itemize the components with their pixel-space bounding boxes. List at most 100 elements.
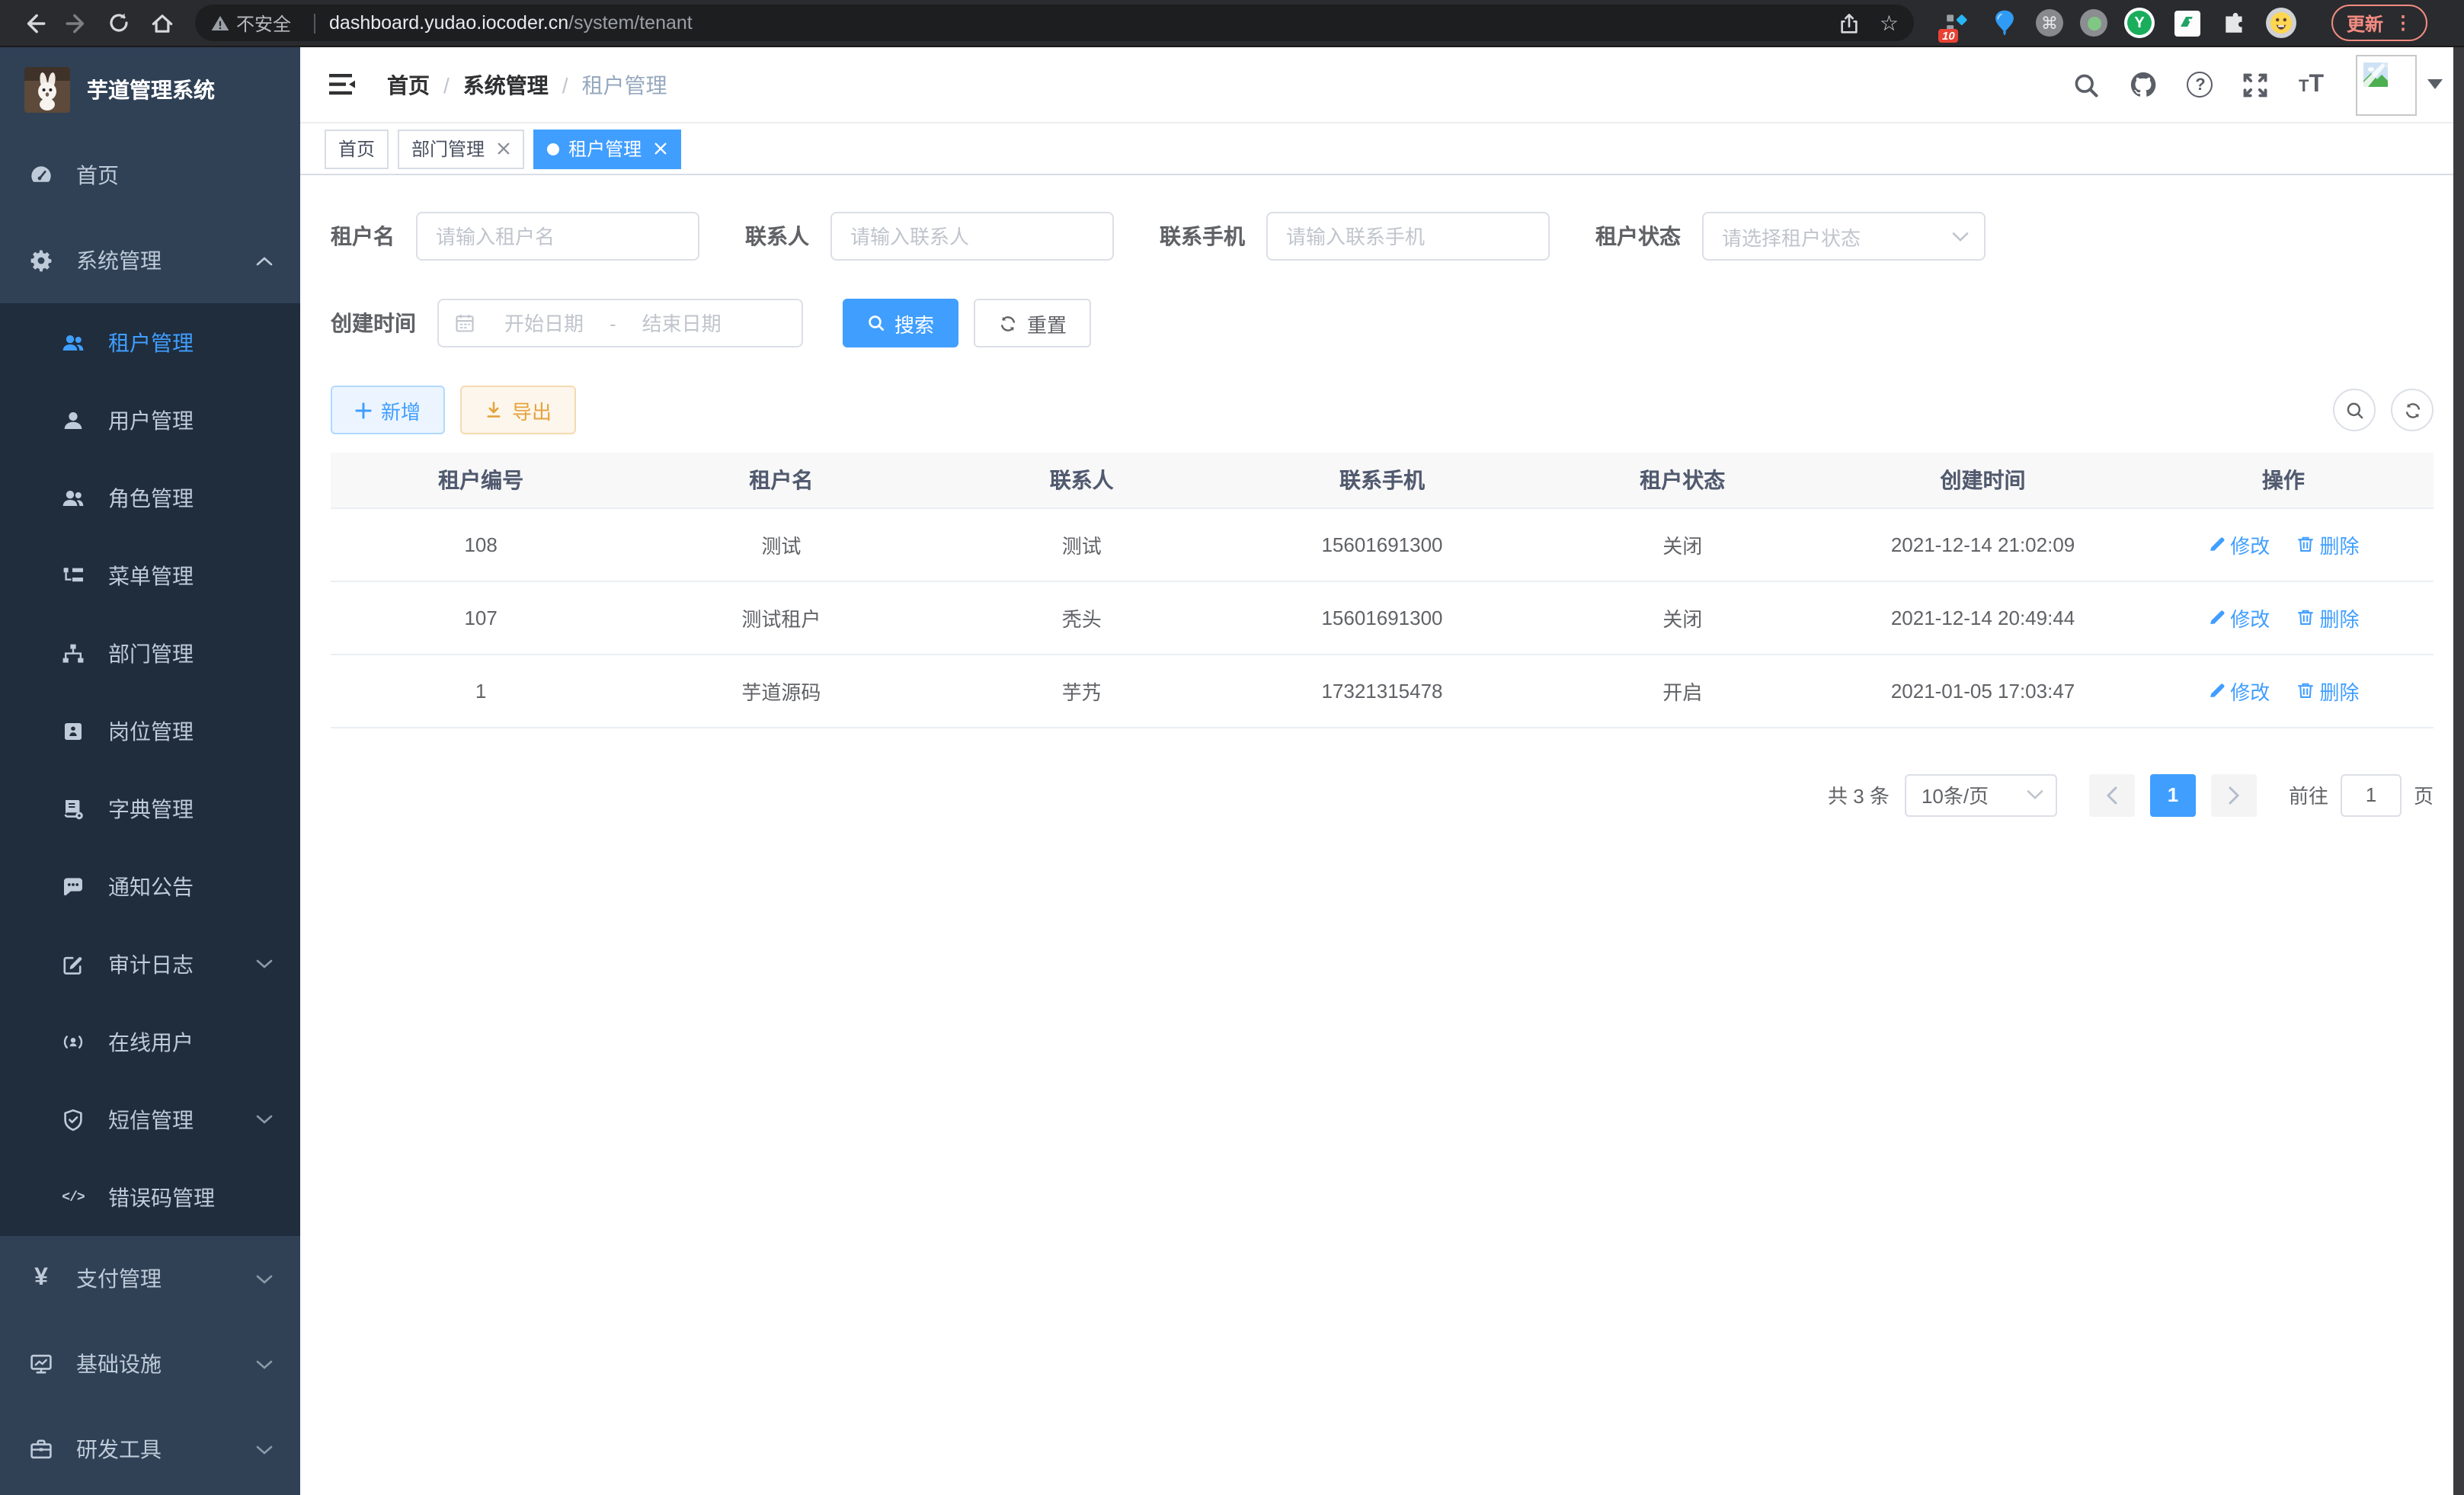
github-link[interactable] [2130, 70, 2158, 99]
update-label: 更新 [2347, 10, 2383, 36]
bookmark-star-icon[interactable]: ☆ [1880, 12, 1899, 34]
next-page-button[interactable] [2211, 773, 2257, 816]
col-mobile: 联系手机 [1232, 453, 1532, 507]
extensions-row: 10 ⌘ Y 更新 ⋮ [1941, 5, 2427, 41]
browser-update-button[interactable]: 更新 ⋮ [2331, 5, 2427, 41]
fullscreen-button[interactable] [2242, 71, 2270, 98]
edit-row-button[interactable]: 修改 [2207, 676, 2270, 705]
font-size-button[interactable]: TT [2299, 72, 2324, 97]
delete-row-button[interactable]: 删除 [2296, 530, 2359, 559]
help-button[interactable]: ? [2187, 72, 2213, 98]
cell-created: 2021-12-14 21:02:09 [1832, 507, 2133, 581]
add-button[interactable]: 新增 [331, 386, 445, 434]
cell-created: 2021-12-14 20:49:44 [1832, 581, 2133, 654]
goto-page-input[interactable] [2341, 773, 2402, 816]
sidebar-item-dict[interactable]: 字典管理 [0, 770, 300, 847]
status-select[interactable]: 请选择租户状态 [1702, 212, 1986, 261]
reset-button[interactable]: 重置 [974, 299, 1091, 347]
extension-y-icon[interactable]: Y [2124, 8, 2155, 38]
breadcrumb-home[interactable]: 首页 [387, 69, 430, 100]
col-actions: 操作 [2133, 453, 2434, 507]
date-range-picker[interactable]: - [437, 299, 803, 347]
cell-mobile: 15601691300 [1232, 507, 1532, 581]
tenant-name-input[interactable] [416, 212, 699, 261]
sidebar-item-home[interactable]: 首页 [0, 133, 300, 218]
filter-row-1: 租户名 联系人 联系手机 租户状态 请选择租户状态 [331, 212, 2434, 261]
export-label: 导出 [512, 395, 552, 424]
sidebar-item-audit-log[interactable]: 审计日志 [0, 925, 300, 1003]
extension-command-icon[interactable]: ⌘ [2036, 9, 2063, 37]
page-size-select[interactable]: 10条/页 [1905, 773, 2057, 816]
sidebar-item-system[interactable]: 系统管理 [0, 218, 300, 303]
sidebar-item-infra[interactable]: 基础设施 [0, 1321, 300, 1407]
home-icon [149, 10, 174, 36]
app-logo-row[interactable]: 芋道管理系统 [0, 47, 300, 133]
sidebar-item-dev-tools[interactable]: 研发工具 [0, 1407, 300, 1492]
breadcrumb-system[interactable]: 系统管理 [463, 69, 549, 100]
log-pencil-icon [61, 952, 85, 976]
tag-home[interactable]: 首页 [325, 129, 389, 168]
filter-status: 租户状态 请选择租户状态 [1595, 212, 1986, 261]
sidebar-item-sms[interactable]: 短信管理 [0, 1080, 300, 1158]
search-button[interactable]: 搜索 [843, 299, 958, 347]
refresh-table-button[interactable] [2391, 389, 2434, 431]
delete-row-button[interactable]: 删除 [2296, 603, 2359, 632]
header-search-button[interactable] [2073, 71, 2101, 98]
date-end-input[interactable] [622, 312, 741, 335]
sidebar-item-menu[interactable]: 菜单管理 [0, 536, 300, 614]
sidebar-item-label: 用户管理 [108, 405, 194, 435]
sidebar-item-dept[interactable]: 部门管理 [0, 614, 300, 692]
extension-balloon-icon[interactable] [1989, 8, 2019, 38]
extension-card-icon[interactable] [2171, 8, 2202, 38]
chevron-up-icon [256, 255, 273, 266]
close-icon[interactable] [654, 142, 667, 155]
browser-home-button[interactable] [143, 5, 180, 41]
sidebar-item-label: 岗位管理 [108, 715, 194, 746]
card-shape [2174, 10, 2200, 36]
extension-grid-icon[interactable]: 10 [1941, 8, 1972, 38]
roles-icon [61, 485, 85, 510]
sidebar-item-tenant[interactable]: 租户管理 [0, 303, 300, 381]
col-created: 创建时间 [1832, 453, 2133, 507]
delete-row-button[interactable]: 删除 [2296, 676, 2359, 705]
sidebar-item-user[interactable]: 用户管理 [0, 381, 300, 459]
caret-down-icon [2427, 79, 2443, 90]
filter-label: 租户名 [331, 221, 395, 251]
edit-row-button[interactable]: 修改 [2207, 603, 2270, 632]
fullscreen-icon [2242, 71, 2270, 98]
tag-tenant[interactable]: 租户管理 [533, 129, 681, 168]
profile-avatar-emoji[interactable] [2266, 8, 2296, 38]
page-number-1[interactable]: 1 [2150, 773, 2196, 816]
tag-dept[interactable]: 部门管理 [398, 129, 524, 168]
export-button[interactable]: 导出 [460, 386, 576, 434]
kebab-menu-icon[interactable]: ⋮ [2394, 14, 2412, 32]
sidebar-item-role[interactable]: 角色管理 [0, 459, 300, 536]
cell-tenant-name: 测试租户 [631, 581, 931, 654]
extensions-puzzle-button[interactable] [2219, 8, 2249, 38]
browser-toolbar: 不安全 dashboard.yudao.iocoder.cn/system/te… [0, 0, 2464, 47]
user-avatar-menu[interactable] [2356, 54, 2443, 115]
sidebar-collapse-button[interactable] [323, 73, 363, 96]
sidebar-item-error-code[interactable]: </> 错误码管理 [0, 1158, 300, 1236]
sidebar-item-payment[interactable]: ¥ 支付管理 [0, 1236, 300, 1321]
select-placeholder: 请选择租户状态 [1722, 222, 1952, 251]
edit-row-button[interactable]: 修改 [2207, 530, 2270, 559]
contact-input[interactable] [830, 212, 1114, 261]
breadcrumb: 首页 / 系统管理 / 租户管理 [387, 69, 667, 100]
mobile-input[interactable] [1266, 212, 1550, 261]
address-bar[interactable]: 不安全 dashboard.yudao.iocoder.cn/system/te… [195, 5, 1914, 41]
close-icon[interactable] [497, 142, 510, 155]
sidebar-item-online-users[interactable]: 在线用户 [0, 1003, 300, 1080]
share-button[interactable] [1838, 11, 1861, 34]
balloon-icon [1992, 9, 2015, 37]
extension-recorder-icon[interactable] [2080, 9, 2107, 37]
date-start-input[interactable] [485, 312, 603, 335]
prev-page-button[interactable] [2089, 773, 2135, 816]
browser-reload-button[interactable] [101, 5, 137, 41]
show-search-toggle-button[interactable] [2333, 389, 2376, 431]
browser-back-button[interactable] [15, 5, 52, 41]
browser-forward-button[interactable] [58, 5, 94, 41]
cell-contact: 秃头 [932, 581, 1232, 654]
sidebar-item-post[interactable]: 岗位管理 [0, 692, 300, 770]
sidebar-item-notice[interactable]: 通知公告 [0, 847, 300, 925]
